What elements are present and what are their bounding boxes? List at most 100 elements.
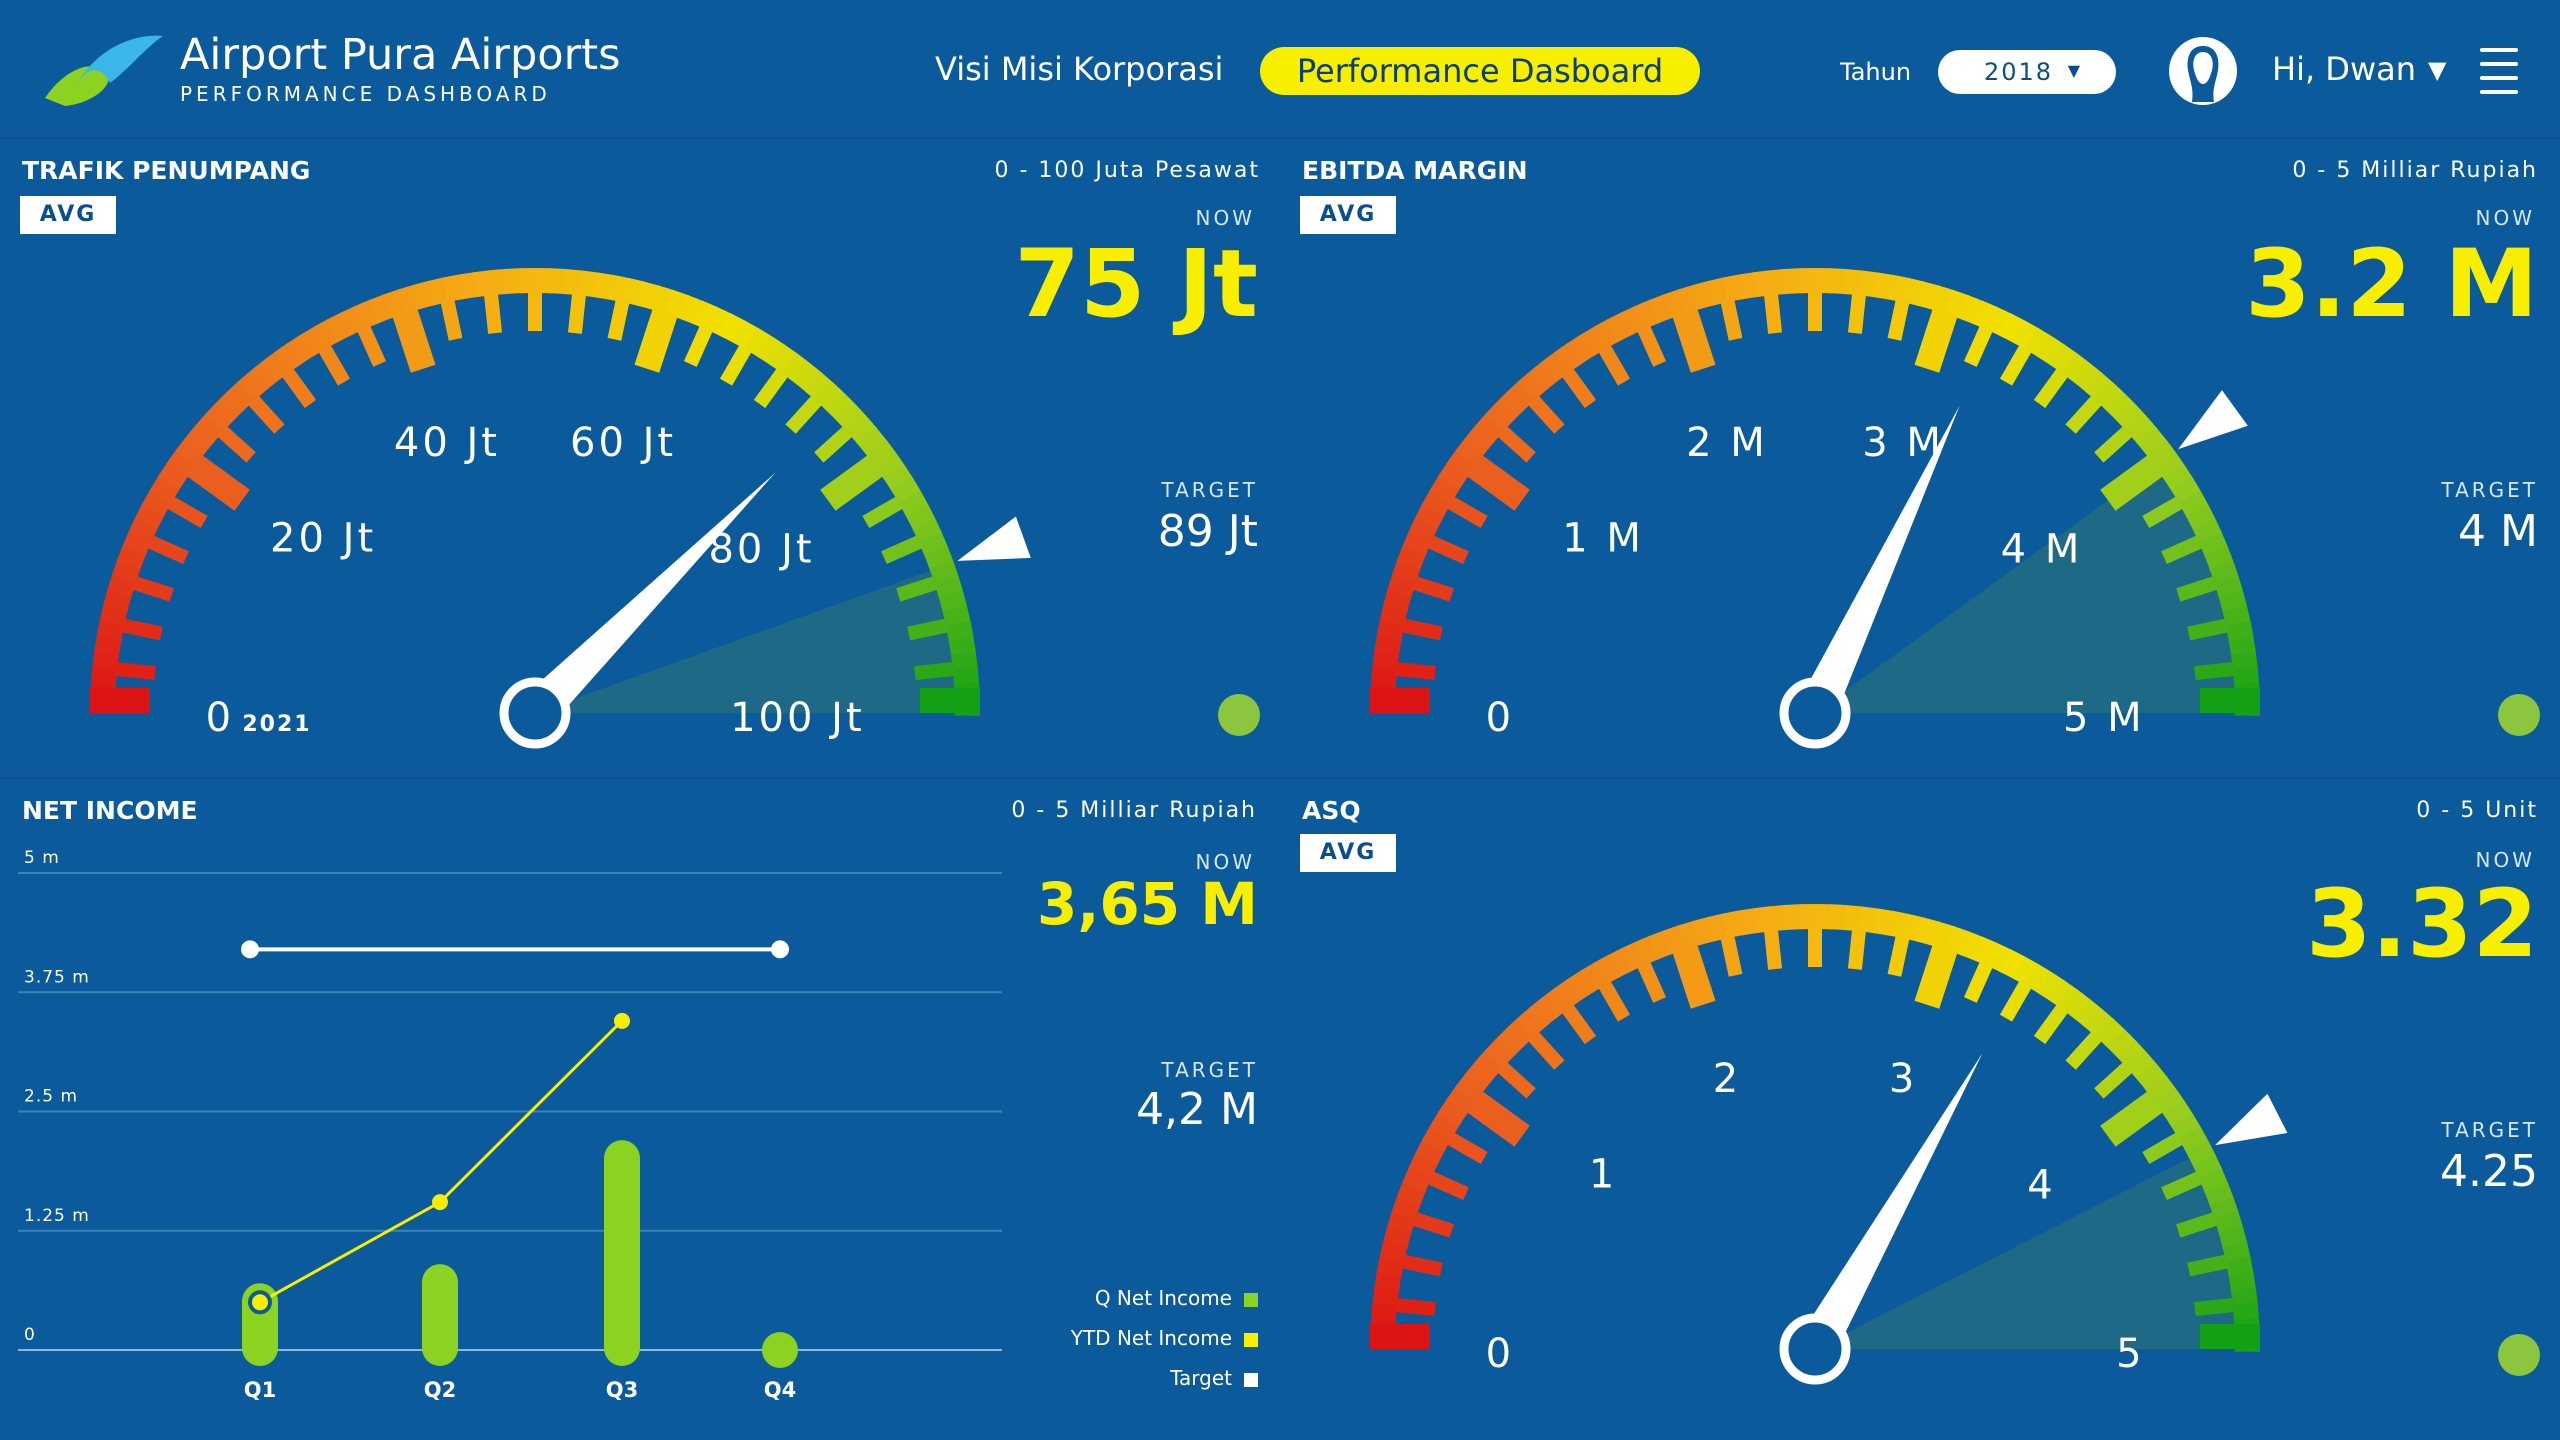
target-value: 4,2 M: [1136, 1084, 1258, 1135]
y-tick-label: 2.5 m: [24, 1087, 78, 1107]
gauge-tick-label: 1: [1589, 1152, 1617, 1198]
gauge-minor-tick: [2187, 1254, 2230, 1277]
user-avatar-icon[interactable]: [2168, 36, 2238, 106]
point-target: [771, 940, 789, 959]
status-dot: [2498, 1334, 2540, 1376]
gauge-minor-tick: [1636, 960, 1667, 1003]
bar-q-net-income: [762, 1332, 798, 1368]
legend-label: Target: [1170, 1366, 1232, 1390]
x-tick-label: Q4: [764, 1378, 796, 1402]
gauge-minor-tick: [1720, 934, 1743, 977]
point-ytd-net-income: [248, 1290, 272, 1315]
gauge-minor-tick: [356, 324, 387, 367]
bar-q-net-income: [422, 1264, 458, 1366]
gauge-major-tick: [392, 307, 436, 373]
gauge-end-cap: [920, 688, 980, 713]
gauge-minor-tick: [1999, 980, 2033, 1022]
gauge-minor-tick: [1411, 575, 1454, 602]
company-logo-icon: [45, 35, 163, 106]
gauge-tick-label: 5: [2116, 1331, 2144, 1377]
gauge-minor-tick: [2033, 367, 2069, 409]
app-subtitle: PERFORMANCE DASHBOARD: [180, 82, 551, 106]
avg-button[interactable]: AVG: [1300, 196, 1396, 234]
gauge-minor-tick: [1411, 1211, 1454, 1238]
gauge-year-tag: 2021: [242, 712, 311, 737]
target-value: 4.25: [2440, 1146, 2538, 1197]
legend-ytd-net-income: YTD Net Income: [1071, 1326, 1258, 1350]
gauge-trafik: 0 20 Jt 40 Jt 60 Jt 80 Jt 100 Jt 2021: [90, 268, 1031, 749]
bar-q-net-income: [604, 1140, 640, 1366]
gauge-minor-tick: [1446, 1131, 1488, 1165]
nav-visi-misi-link[interactable]: Visi Misi Korporasi: [935, 50, 1223, 88]
gauge-tick-label: 5 M: [2063, 695, 2145, 741]
gauge-tick-label: 0: [206, 695, 234, 741]
gauge-tick-label: 80 Jt: [708, 526, 814, 572]
gauge-minor-tick: [120, 618, 163, 641]
gauge-minor-tick: [114, 661, 156, 681]
gauge-minor-tick: [1963, 960, 1994, 1003]
gauge-tick-label: 4: [2027, 1162, 2055, 1208]
gauge-minor-tick: [216, 425, 256, 463]
gauge-minor-tick: [2194, 661, 2236, 681]
gauge-minor-tick: [2187, 618, 2230, 641]
now-label: NOW: [1195, 206, 1255, 230]
user-menu-chevron-icon[interactable]: ▼: [2428, 56, 2446, 84]
legend-swatch: [1244, 1292, 1258, 1307]
nav-performance-dashboard-button[interactable]: Performance Dasboard: [1260, 47, 1700, 95]
target-marker-icon: [957, 516, 1031, 561]
legend-swatch: [1244, 1372, 1258, 1387]
legend-label: YTD Net Income: [1070, 1326, 1232, 1350]
gauge-minor-tick: [1887, 298, 1910, 341]
gauge-needle-hub: [499, 677, 571, 749]
gauge-minor-tick: [281, 367, 317, 409]
status-dot: [2498, 694, 2540, 736]
gauge-major-tick: [1672, 943, 1716, 1009]
gauge-major-tick: [1465, 454, 1530, 511]
gauge-minor-tick: [2094, 425, 2134, 463]
x-tick-label: Q2: [424, 1378, 456, 1402]
gauge-tick-label: 4 M: [2001, 526, 2083, 572]
gauge-major-tick: [1914, 307, 1958, 373]
gauge-minor-tick: [1400, 618, 1443, 641]
target-marker-icon: [2178, 390, 2248, 450]
gauge-minor-tick: [1426, 534, 1469, 565]
gauge-start-cap: [1370, 688, 1430, 713]
gauge-tick-label: 40 Jt: [394, 420, 500, 466]
gauge-major-tick: [634, 307, 678, 373]
gauge-asq: 0 1 2 3 4 5: [1370, 904, 2288, 1385]
panel-ebitda-margin: EBITDA MARGIN 0 - 5 Milliar Rupiah AVG N…: [1280, 138, 2560, 778]
gauge-minor-tick: [1887, 934, 1910, 977]
gauge-minor-tick: [1597, 980, 1631, 1022]
point-ytd-net-income: [432, 1194, 448, 1211]
panel-title: EBITDA MARGIN: [1302, 156, 1528, 185]
avg-button[interactable]: AVG: [1300, 834, 1396, 872]
gauge-minor-tick: [1426, 1170, 1469, 1201]
top-header: Airport Pura Airports PERFORMANCE DASHBO…: [0, 0, 2560, 139]
gauge-minor-tick: [1496, 1061, 1536, 1099]
gauge-needle-hub: [1779, 677, 1851, 749]
panel-range: 0 - 5 Unit: [2416, 798, 2538, 823]
gauge-major-tick: [2100, 1090, 2165, 1147]
panel-asq: ASQ 0 - 5 Unit AVG NOW 3.32 TARGET 4.25 …: [1280, 778, 2560, 1440]
gauge-minor-tick: [483, 292, 503, 334]
gauge-minor-tick: [2194, 1297, 2236, 1317]
hamburger-menu-icon[interactable]: [2480, 48, 2518, 94]
gauge-minor-tick: [1527, 394, 1565, 434]
year-select[interactable]: 2018 ▼: [1938, 50, 2116, 94]
user-greeting[interactable]: Hi, Dwan: [2272, 50, 2416, 88]
gauge-ebitda: 01 M2 M3 M4 M5 M: [1370, 268, 2260, 749]
gauge-minor-tick: [2142, 1131, 2184, 1165]
gauge-minor-tick: [1394, 661, 1436, 681]
panel-title: ASQ: [1302, 796, 1361, 825]
avg-button[interactable]: AVG: [20, 196, 116, 234]
gauge-tick-label: 3: [1889, 1056, 1917, 1102]
gauge-end-cap: [2200, 688, 2260, 713]
app-title: Airport Pura Airports: [180, 30, 621, 80]
gauge-minor-tick: [1400, 1254, 1443, 1277]
panel-trafik-penumpang: TRAFIK PENUMPANG 0 - 100 Juta Pesawat AV…: [0, 138, 1280, 778]
point-target: [241, 940, 259, 959]
gauge-needle-hub: [1779, 1313, 1851, 1385]
now-value: 3,65 M: [1036, 870, 1258, 938]
chevron-down-icon: ▼: [2067, 61, 2082, 80]
gauge-minor-tick: [1847, 928, 1867, 970]
